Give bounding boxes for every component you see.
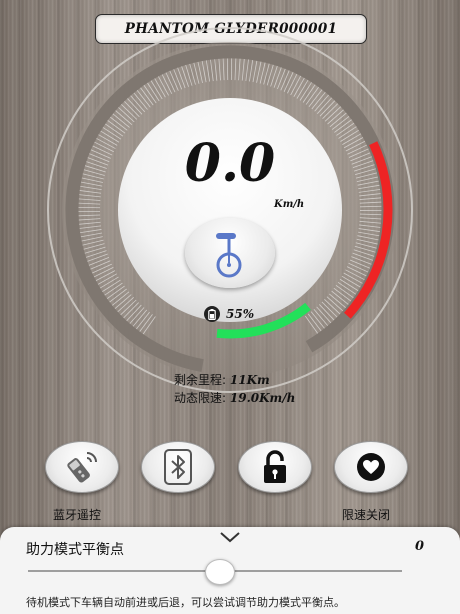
unlock-icon bbox=[264, 450, 286, 483]
balance-slider-handle[interactable] bbox=[204, 559, 235, 585]
remaining-range-label: 剩余里程: bbox=[174, 373, 227, 387]
speed-limit-button[interactable] bbox=[334, 441, 408, 493]
speed-readout: 0.0 bbox=[184, 133, 276, 194]
riding-mode-button[interactable] bbox=[185, 218, 275, 288]
remaining-range-value: 11Km bbox=[229, 373, 270, 387]
lock-button[interactable] bbox=[238, 441, 312, 493]
dynamic-speed-limit-label: 动态限速: bbox=[174, 391, 227, 405]
bluetooth-button[interactable] bbox=[141, 441, 215, 493]
speed-limit-label: 限速关闭 bbox=[342, 508, 391, 522]
unicycle-icon bbox=[216, 233, 242, 278]
bluetooth-remote-label: 蓝牙遥控 bbox=[53, 508, 102, 522]
dynamic-speed-limit-row: 动态限速: 19.0Km/h bbox=[174, 389, 295, 407]
bluetooth-remote-button[interactable] bbox=[45, 441, 119, 493]
heart-icon bbox=[357, 453, 385, 481]
dynamic-speed-limit-value: 19.0Km/h bbox=[229, 391, 296, 405]
bluetooth-icon bbox=[164, 449, 192, 485]
speed-unit: Km/h bbox=[274, 199, 305, 210]
balance-point-title: 助力模式平衡点 bbox=[26, 542, 124, 558]
ride-stats: 剩余里程: 11Km 动态限速: 19.0Km/h bbox=[174, 371, 295, 407]
balance-point-value: 0 bbox=[414, 539, 424, 554]
balance-hint-text: 待机模式下车辆自动前进或后退，可以尝试调节助力模式平衡点。 bbox=[26, 596, 345, 609]
speedometer-gauge bbox=[47, 27, 413, 393]
remote-control-icon bbox=[67, 452, 97, 483]
chevron-down-icon[interactable] bbox=[219, 531, 241, 543]
battery-percent: 55% bbox=[226, 307, 255, 321]
remaining-range-row: 剩余里程: 11Km bbox=[174, 371, 295, 389]
gauge-face bbox=[118, 98, 342, 322]
battery-icon bbox=[204, 306, 220, 322]
battery-status: 55% bbox=[204, 306, 254, 322]
